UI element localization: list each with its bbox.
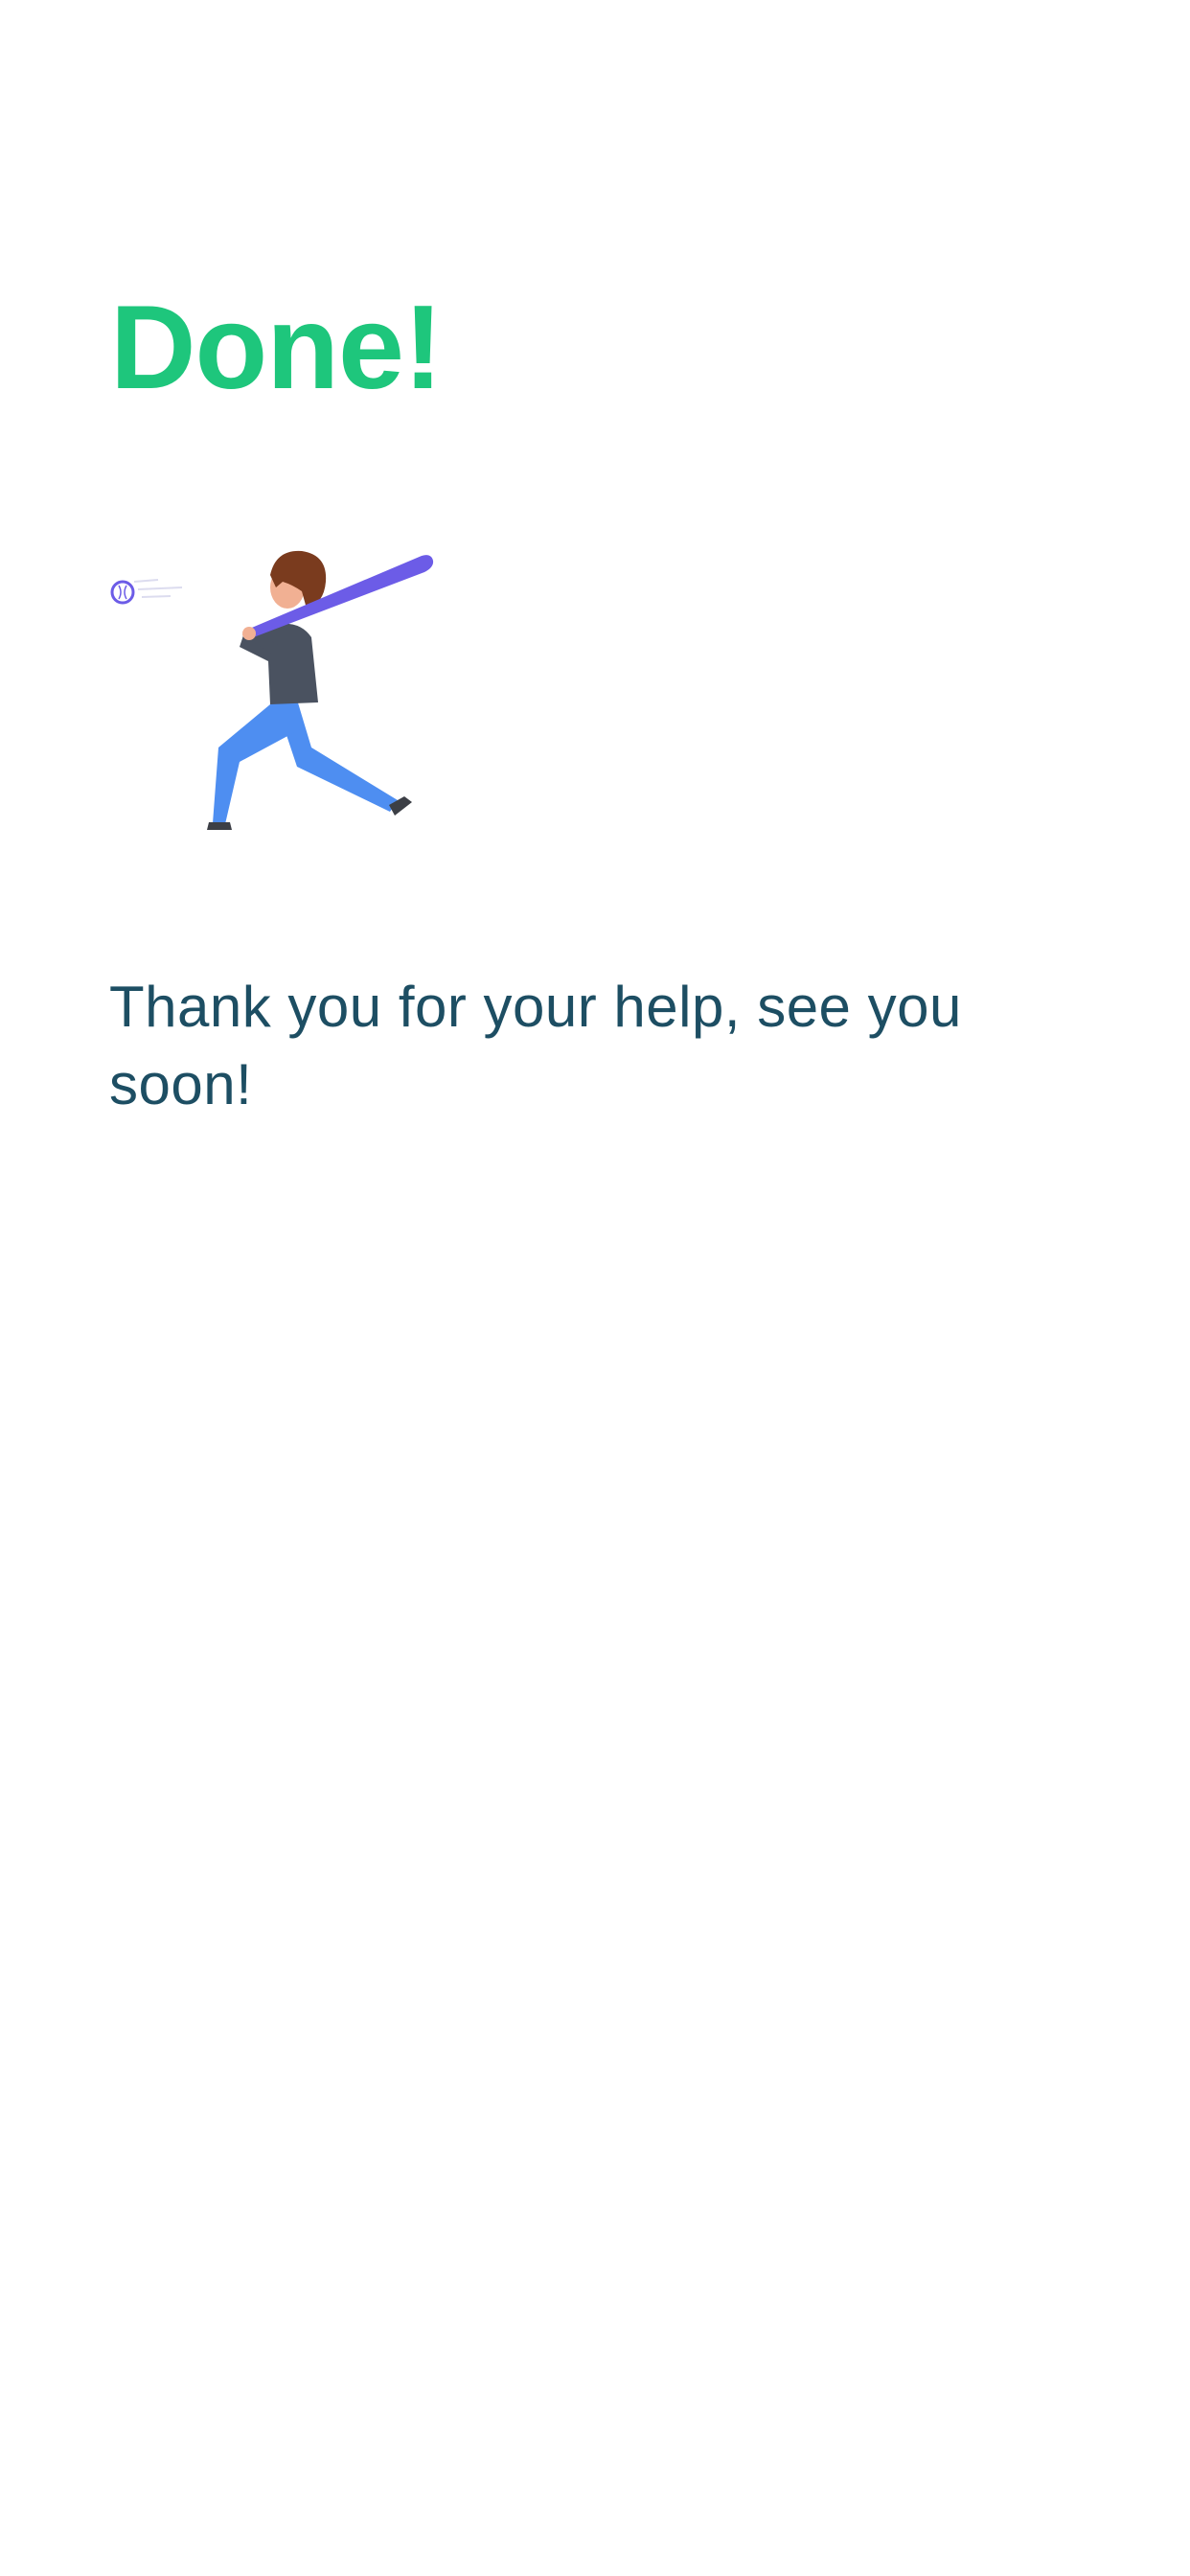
- completion-screen: Done! Thank you for your help, see you s…: [0, 0, 1190, 2576]
- baseball-bat: [242, 555, 434, 640]
- thank-you-message: Thank you for your help, see you soon!: [109, 975, 962, 1116]
- page-title: Done!: [110, 282, 443, 414]
- baseball-icon: [110, 579, 183, 605]
- baseball-player-illustration: [110, 550, 434, 830]
- player-legs: [207, 700, 412, 830]
